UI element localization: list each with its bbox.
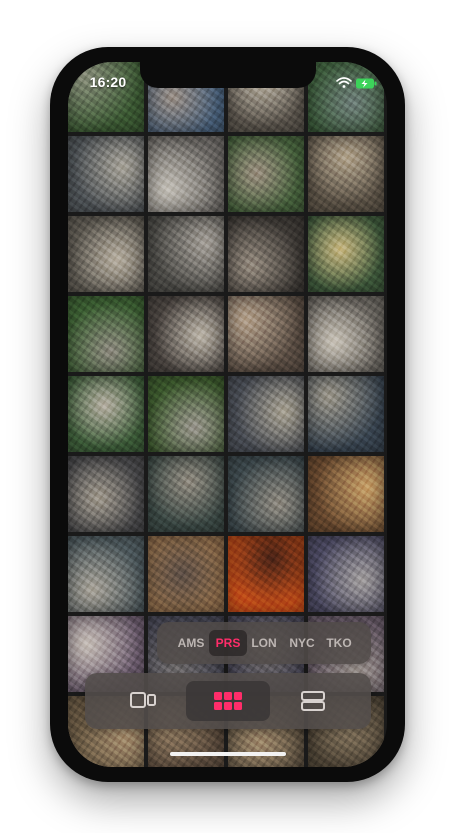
- photo-vignette: [148, 216, 224, 292]
- photo-vignette: [68, 536, 144, 612]
- photo-tile[interactable]: [148, 136, 224, 212]
- photo-vignette: [228, 536, 304, 612]
- photo-vignette: [148, 296, 224, 372]
- split-view-button[interactable]: [101, 681, 185, 721]
- photo-vignette: [308, 536, 384, 612]
- photo-tile[interactable]: [308, 136, 384, 212]
- photo-tile[interactable]: [308, 216, 384, 292]
- photo-vignette: [228, 216, 304, 292]
- photo-tile[interactable]: [68, 536, 144, 612]
- photo-vignette: [68, 456, 144, 532]
- photo-vignette: [148, 136, 224, 212]
- photo-tile[interactable]: [68, 376, 144, 452]
- photo-tile[interactable]: [308, 456, 384, 532]
- city-prs-button[interactable]: PRS: [209, 630, 247, 656]
- photo-tile[interactable]: [68, 456, 144, 532]
- battery-charging-icon: [356, 78, 377, 89]
- photo-vignette: [148, 536, 224, 612]
- notch: [140, 62, 316, 88]
- split-view-icon: [130, 692, 156, 708]
- photo-tile[interactable]: [68, 62, 144, 132]
- city-lon-button[interactable]: LON: [245, 630, 283, 656]
- photo-vignette: [228, 136, 304, 212]
- list-view-icon: [301, 691, 325, 711]
- photo-vignette: [228, 456, 304, 532]
- photo-vignette: [308, 62, 384, 132]
- photo-tile[interactable]: [148, 536, 224, 612]
- photo-tile[interactable]: [228, 456, 304, 532]
- grid-view-icon: [214, 692, 242, 710]
- photo-vignette: [68, 296, 144, 372]
- grid-view-button[interactable]: [186, 681, 270, 721]
- photo-tile[interactable]: [68, 296, 144, 372]
- photo-vignette: [68, 216, 144, 292]
- status-icons: [336, 76, 378, 90]
- photo-vignette: [68, 136, 144, 212]
- home-indicator[interactable]: [170, 752, 286, 756]
- photo-tile[interactable]: [148, 456, 224, 532]
- photo-vignette: [148, 376, 224, 452]
- photo-tile[interactable]: [308, 376, 384, 452]
- city-nyc-button[interactable]: NYC: [281, 630, 323, 656]
- photo-tile[interactable]: [308, 536, 384, 612]
- photo-vignette: [68, 376, 144, 452]
- photo-vignette: [308, 296, 384, 372]
- photo-tile[interactable]: [148, 376, 224, 452]
- photo-tile[interactable]: [308, 296, 384, 372]
- photo-tile[interactable]: [228, 376, 304, 452]
- photo-vignette: [308, 216, 384, 292]
- photo-vignette: [308, 136, 384, 212]
- photo-tile[interactable]: [148, 216, 224, 292]
- photo-vignette: [228, 376, 304, 452]
- status-time: 16:20: [89, 74, 127, 90]
- view-mode-bar: [85, 673, 371, 729]
- photo-tile[interactable]: [148, 296, 224, 372]
- city-ams-button[interactable]: AMS: [171, 630, 211, 656]
- list-view-button[interactable]: [271, 681, 355, 721]
- photo-tile[interactable]: [228, 536, 304, 612]
- photo-tile[interactable]: [68, 216, 144, 292]
- photo-vignette: [308, 456, 384, 532]
- photo-vignette: [228, 296, 304, 372]
- photo-tile[interactable]: [68, 136, 144, 212]
- photo-vignette: [148, 456, 224, 532]
- city-selector: AMS PRS LON NYC TKO: [157, 622, 371, 664]
- photo-vignette: [68, 62, 144, 132]
- city-tko-button[interactable]: TKO: [319, 630, 359, 656]
- photo-tile[interactable]: [228, 216, 304, 292]
- photo-tile[interactable]: [228, 136, 304, 212]
- photo-tile[interactable]: [308, 62, 384, 132]
- photo-vignette: [308, 376, 384, 452]
- photo-tile[interactable]: [228, 296, 304, 372]
- wifi-icon: [336, 77, 352, 88]
